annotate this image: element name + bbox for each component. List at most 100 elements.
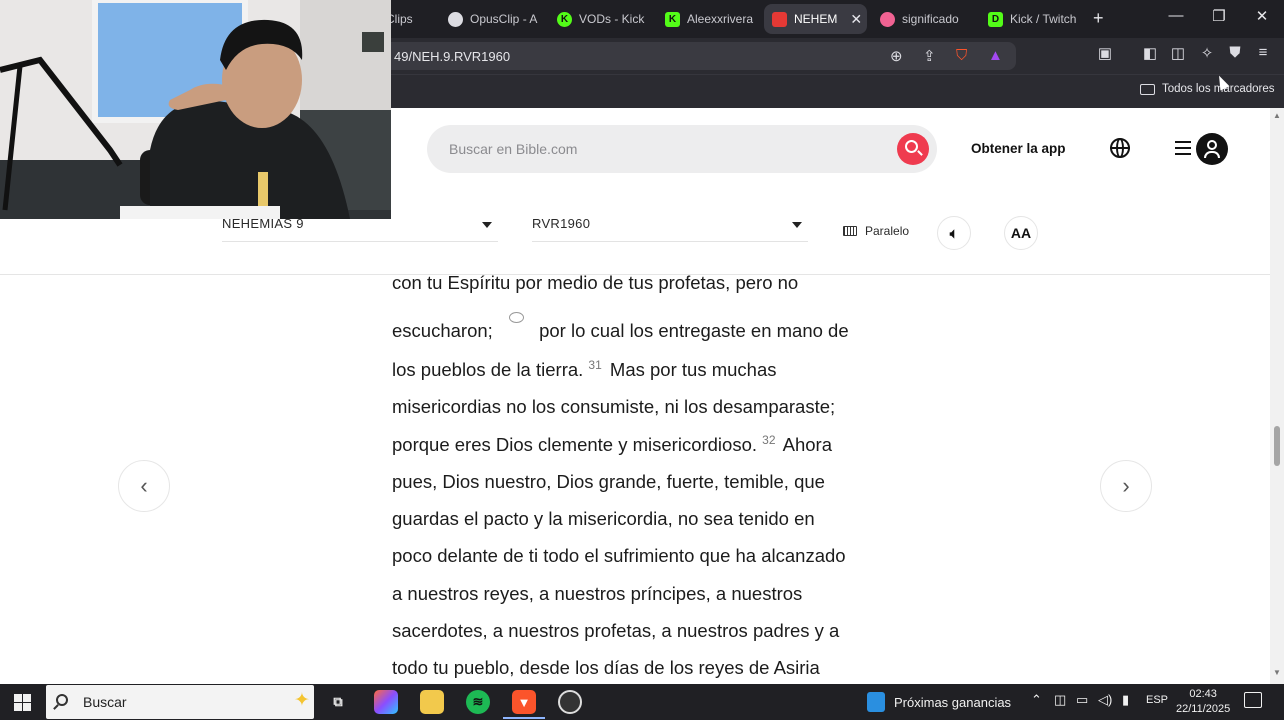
parallel-label: Paralelo — [865, 224, 910, 238]
share-icon[interactable]: ⇪ — [923, 47, 936, 65]
obs-icon[interactable] — [558, 690, 582, 714]
language-indicator[interactable]: ESP — [1146, 694, 1168, 706]
passage-line: escucharon; por lo cual los entregaste e… — [392, 320, 849, 341]
hamburger-menu-icon[interactable] — [1175, 141, 1191, 155]
taskbar-search-box[interactable]: Buscar ✦ — [46, 685, 314, 719]
file-explorer-icon[interactable] — [420, 690, 444, 714]
passage-line: misericordias no los consumiste, ni los … — [392, 396, 836, 417]
taskbar-search-label: Buscar — [83, 694, 127, 710]
passage-line: guardas el pacto y la misericordia, no s… — [392, 508, 815, 529]
leo-ai-icon[interactable]: ✧ — [1196, 44, 1218, 62]
font-size-button[interactable]: AA — [1004, 216, 1038, 250]
next-chapter-button[interactable]: › — [1100, 460, 1152, 512]
tab-search-icon[interactable]: ▣ — [1094, 44, 1116, 62]
version-selector[interactable]: RVR1960 — [532, 214, 808, 242]
screen: Clips OpusClip - A K VODs - Kick K Aleex… — [0, 0, 1284, 720]
webcam-image — [0, 0, 391, 219]
chevron-left-icon: ‹ — [140, 473, 148, 498]
passage-line: pues, Dios nuestro, Dios grande, fuerte,… — [392, 471, 825, 492]
passage-line: porque eres Dios clemente y misericordio… — [392, 433, 833, 455]
sidebar-icon[interactable]: ◧ — [1139, 44, 1161, 62]
tab-opusclip[interactable]: OpusClip - A — [440, 4, 548, 34]
vpn-icon[interactable]: ⛊ — [1224, 44, 1246, 61]
notification-icon[interactable] — [1244, 692, 1262, 708]
tab-nehemias[interactable]: NEHEM ✕ — [764, 4, 867, 34]
bible-icon — [772, 11, 787, 27]
search-button[interactable] — [897, 133, 929, 165]
font-size-label: AA — [1010, 225, 1032, 241]
speaker-icon: 🔈︎ — [949, 224, 959, 241]
parallel-button[interactable]: Paralelo — [843, 224, 909, 238]
microphone-icon[interactable]: ▮ — [1122, 692, 1129, 708]
tab-label: Kick / Twitch — [1010, 12, 1077, 26]
tab-kick-twitch[interactable]: D Kick / Twitch — [980, 4, 1080, 34]
brave-shields-icon[interactable]: ⛉ — [956, 47, 967, 64]
page-scrollbar[interactable]: ▲ ▼ — [1270, 108, 1284, 684]
passage-line: poco delante de ti todo el sufrimiento q… — [392, 545, 846, 566]
stocks-icon — [867, 692, 885, 712]
browser-menu-icon[interactable]: ≡ — [1252, 44, 1274, 61]
sparkle-icon: ✦ — [294, 690, 310, 711]
all-bookmarks-folder[interactable]: Todos los marcadores — [1140, 83, 1275, 95]
widget-label: Próximas ganancias — [894, 694, 1012, 710]
task-view-icon[interactable]: ⧉ — [326, 690, 350, 714]
zoom-icon[interactable]: ⊕ — [890, 47, 903, 65]
clock-date: 22/11/2025 — [1176, 703, 1231, 715]
stocks-widget[interactable]: Próximas ganancias — [867, 692, 1011, 712]
kick-icon: K — [557, 11, 572, 27]
new-tab-button[interactable]: + — [1093, 8, 1104, 29]
close-icon[interactable]: ✕ — [850, 11, 862, 28]
wallet-icon[interactable]: ◫ — [1167, 44, 1189, 62]
search-icon — [56, 694, 68, 706]
close-window-button[interactable]: ✕ — [1242, 7, 1282, 25]
passage-line: sacerdotes, a nuestros profetas, a nuest… — [392, 620, 840, 641]
opusclip-icon — [448, 11, 463, 27]
tab-label: NEHEM — [794, 12, 838, 26]
passage-line: a nuestros reyes, a nuestros príncipes, … — [392, 583, 803, 604]
passage-line: todo tu pueblo, desde los días de los re… — [392, 657, 820, 678]
scroll-down-arrow-icon[interactable]: ▼ — [1273, 668, 1281, 677]
verse-number[interactable]: 31 — [588, 358, 601, 372]
get-app-link[interactable]: Obtener la app — [971, 141, 1066, 156]
system-clock[interactable]: 02:43 22/11/2025 — [1176, 687, 1230, 717]
parallel-icon — [843, 226, 857, 236]
kick-icon: D — [988, 11, 1003, 27]
camera-icon[interactable]: ◫ — [1054, 692, 1066, 708]
brave-rewards-icon[interactable]: ▲ — [988, 47, 1003, 64]
passage-line: con tu Espíritu por medio de tus profeta… — [392, 272, 799, 293]
tab-label: OpusClip - A — [470, 12, 538, 26]
verse-number[interactable]: 32 — [762, 433, 775, 447]
network-icon[interactable]: ▭ — [1076, 692, 1088, 708]
chevron-right-icon: › — [1122, 473, 1130, 498]
passage-line: los pueblos de la tierra. 31 Mas por tus… — [392, 358, 777, 380]
scroll-thumb[interactable] — [1274, 426, 1280, 466]
spotify-icon[interactable]: ≋ — [466, 690, 490, 714]
tab-vods-kick[interactable]: K VODs - Kick — [549, 4, 653, 34]
tab-aleexxrivera[interactable]: K Aleexxrivera — [657, 4, 761, 34]
url-text: 49/NEH.9.RVR1960 — [394, 49, 511, 64]
tab-significado[interactable]: significado — [872, 4, 976, 34]
copilot-icon[interactable] — [374, 690, 398, 714]
note-icon[interactable] — [509, 312, 524, 323]
windows-start-icon[interactable] — [14, 694, 31, 711]
search-input[interactable] — [449, 137, 869, 161]
globe-icon[interactable] — [1110, 138, 1130, 158]
tab-label: Aleexxrivera — [687, 12, 754, 26]
brave-browser-icon[interactable]: ▼ — [503, 690, 545, 719]
profile-avatar[interactable] — [1196, 133, 1228, 165]
dropdown-caret-icon — [792, 222, 802, 228]
previous-chapter-button[interactable]: ‹ — [118, 460, 170, 512]
scroll-up-arrow-icon[interactable]: ▲ — [1273, 111, 1281, 120]
minimize-button[interactable]: — — [1156, 7, 1196, 24]
url-bar[interactable]: 49/NEH.9.RVR1960 ⊕ ⇪ ⛉ ▲ — [340, 42, 1016, 70]
brave-icon — [880, 11, 895, 27]
dropdown-caret-icon — [482, 222, 492, 228]
tab-label: VODs - Kick — [579, 12, 645, 26]
windows-taskbar: Buscar ✦ ⧉ ≋ ▼ Próximas ganancias ⌃ ◫ ▭ … — [0, 684, 1284, 720]
audio-button[interactable]: 🔈︎ — [937, 216, 971, 250]
restore-button[interactable]: ❐ — [1199, 7, 1239, 25]
webcam-overlay — [0, 0, 391, 219]
chevron-up-icon[interactable]: ⌃ — [1031, 692, 1042, 708]
volume-icon[interactable]: ◁) — [1098, 692, 1112, 708]
folder-icon — [1140, 83, 1155, 95]
